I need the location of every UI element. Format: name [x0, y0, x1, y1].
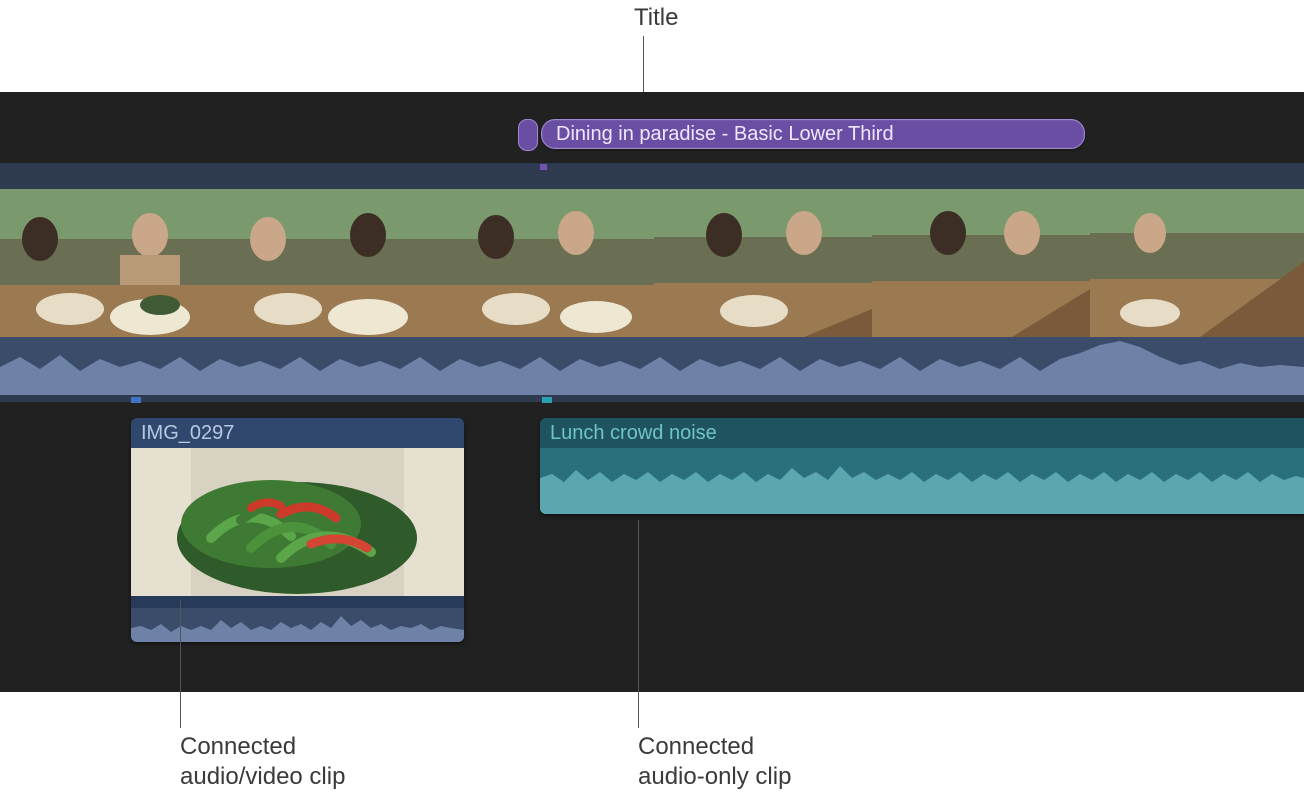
connected-av-clip-thumbnail [131, 448, 464, 596]
title-clip-label: Dining in paradise - Basic Lower Third [556, 123, 894, 145]
title-clip[interactable]: Dining in paradise - Basic Lower Third [541, 119, 1085, 149]
connected-audio-only-clip-label: Lunch crowd noise [540, 418, 1304, 448]
annotation-title-leader [643, 36, 644, 92]
connected-audio-only-clip-waveform [540, 448, 1304, 514]
filmstrip-thumbnail [0, 189, 218, 337]
timeline-panel[interactable]: Dining in paradise - Basic Lower Third [0, 92, 1304, 692]
annotation-connected-audio-only-label: Connected audio-only clip [638, 732, 898, 792]
filmstrip-thumbnail [218, 189, 436, 337]
storyline-video-filmstrip[interactable] [0, 189, 1304, 337]
connected-audio-only-clip[interactable]: Lunch crowd noise [540, 418, 1304, 514]
annotation-connected-av-label: Connected audio/video clip [180, 732, 440, 792]
annotation-av-leader [180, 600, 181, 728]
annotation-audio-only-leader [638, 520, 639, 728]
connected-av-clip-label: IMG_0297 [131, 418, 464, 448]
title-connection-marker [540, 164, 547, 170]
annotation-title-label: Title [634, 4, 678, 32]
title-clip-left-segment[interactable] [518, 119, 538, 151]
filmstrip-thumbnail [654, 189, 872, 337]
filmstrip-thumbnail [872, 189, 1090, 337]
audio-clip-connection-marker [542, 397, 552, 403]
storyline-audio-waveform[interactable] [0, 337, 1304, 395]
filmstrip-thumbnail [1090, 189, 1304, 337]
filmstrip-thumbnail [436, 189, 654, 337]
av-clip-connection-marker [131, 397, 141, 403]
